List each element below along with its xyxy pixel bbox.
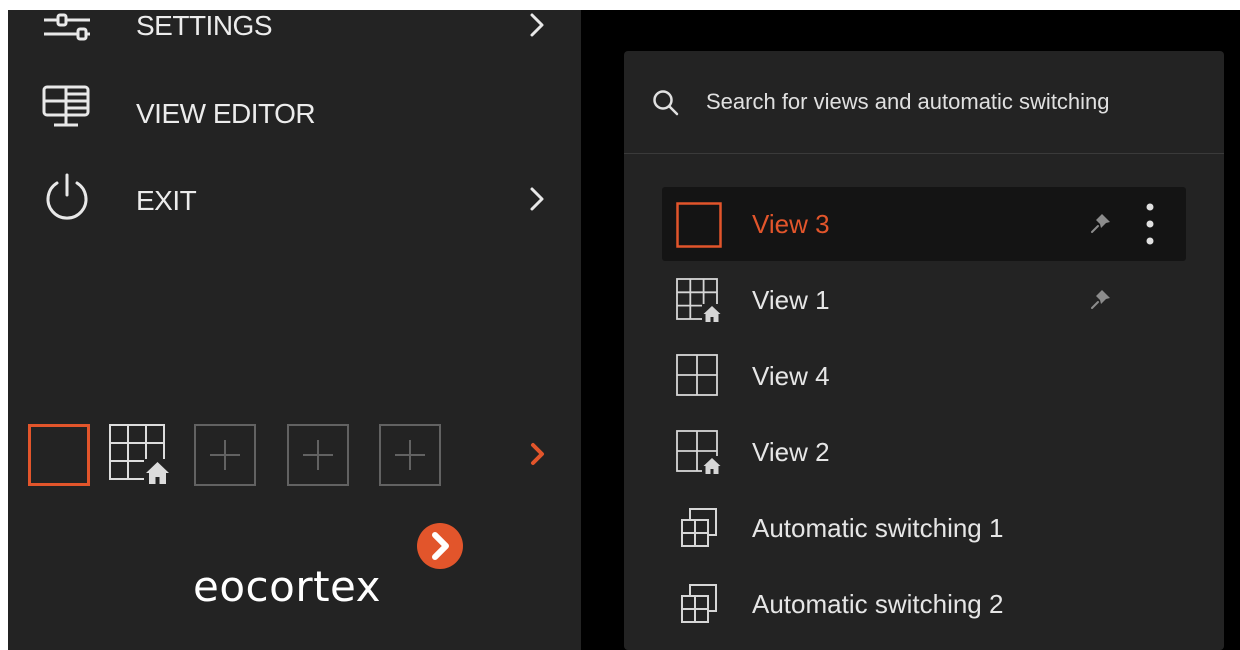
chevron-right-icon [525,10,549,40]
more-options-icon[interactable] [1140,201,1160,247]
view-name: View 3 [752,209,830,239]
plus-icon [194,424,256,486]
strip-next-button[interactable] [527,439,549,469]
menu-item-exit[interactable]: EXIT [8,165,581,235]
monitor-grid-icon [40,81,94,135]
views-area: View 3 [581,10,1240,650]
power-icon [40,171,94,225]
view-name: View 4 [752,361,830,391]
sliders-icon [40,0,94,54]
menu-item-label: EXIT [136,185,197,216]
add-view-slot[interactable] [379,424,441,486]
menu-item-settings[interactable]: SETTINGS [8,0,581,62]
plus-icon [287,424,349,486]
menu-item-label: VIEW EDITOR [136,98,316,129]
chevron-right-icon [525,184,549,214]
eocortex-logo: eocortex [193,522,463,622]
view-name: Automatic switching 1 [752,513,1004,543]
logo-text: eocortex [193,562,382,611]
view-name: View 1 [752,285,830,315]
grid-2x2-icon [676,354,722,400]
single-view-icon [676,202,722,248]
chevron-right-icon [531,443,544,465]
views-popup: View 3 [624,51,1224,650]
grid-3x3-home-icon [109,424,171,486]
auto-switch-icon [676,582,722,628]
single-view-icon [28,424,90,486]
menu-item-label: SETTINGS [136,10,273,41]
view-list-item[interactable]: View 2 [662,415,1186,489]
view-list-item[interactable]: View 4 [662,339,1186,413]
auto-switch-list-item[interactable]: Automatic switching 2 [662,567,1186,641]
auto-switch-icon [676,506,722,552]
view-slot-active[interactable] [28,424,90,486]
plus-icon [379,424,441,486]
grid-2x2-home-icon [676,430,722,476]
view-slot-grid-home[interactable] [109,424,171,486]
add-view-slot[interactable] [287,424,349,486]
search-input[interactable] [706,85,1186,119]
pin-icon[interactable] [1089,211,1113,235]
view-list-item[interactable]: View 1 [662,263,1186,337]
logo-arrow-icon [416,522,464,570]
menu-item-view-editor[interactable]: VIEW EDITOR [8,75,581,145]
view-name: View 2 [752,437,830,467]
auto-switch-list-item[interactable]: Automatic switching 1 [662,491,1186,565]
pin-icon[interactable] [1089,287,1113,311]
search-icon [652,89,680,117]
grid-3x3-home-icon [676,278,722,324]
view-name: Automatic switching 2 [752,589,1004,619]
view-list-item[interactable]: View 3 [662,187,1186,261]
search-bar[interactable] [624,51,1224,154]
main-menu-panel: SETTINGS VIEW EDITOR EXIT eocortex [8,10,581,650]
add-view-slot[interactable] [194,424,256,486]
